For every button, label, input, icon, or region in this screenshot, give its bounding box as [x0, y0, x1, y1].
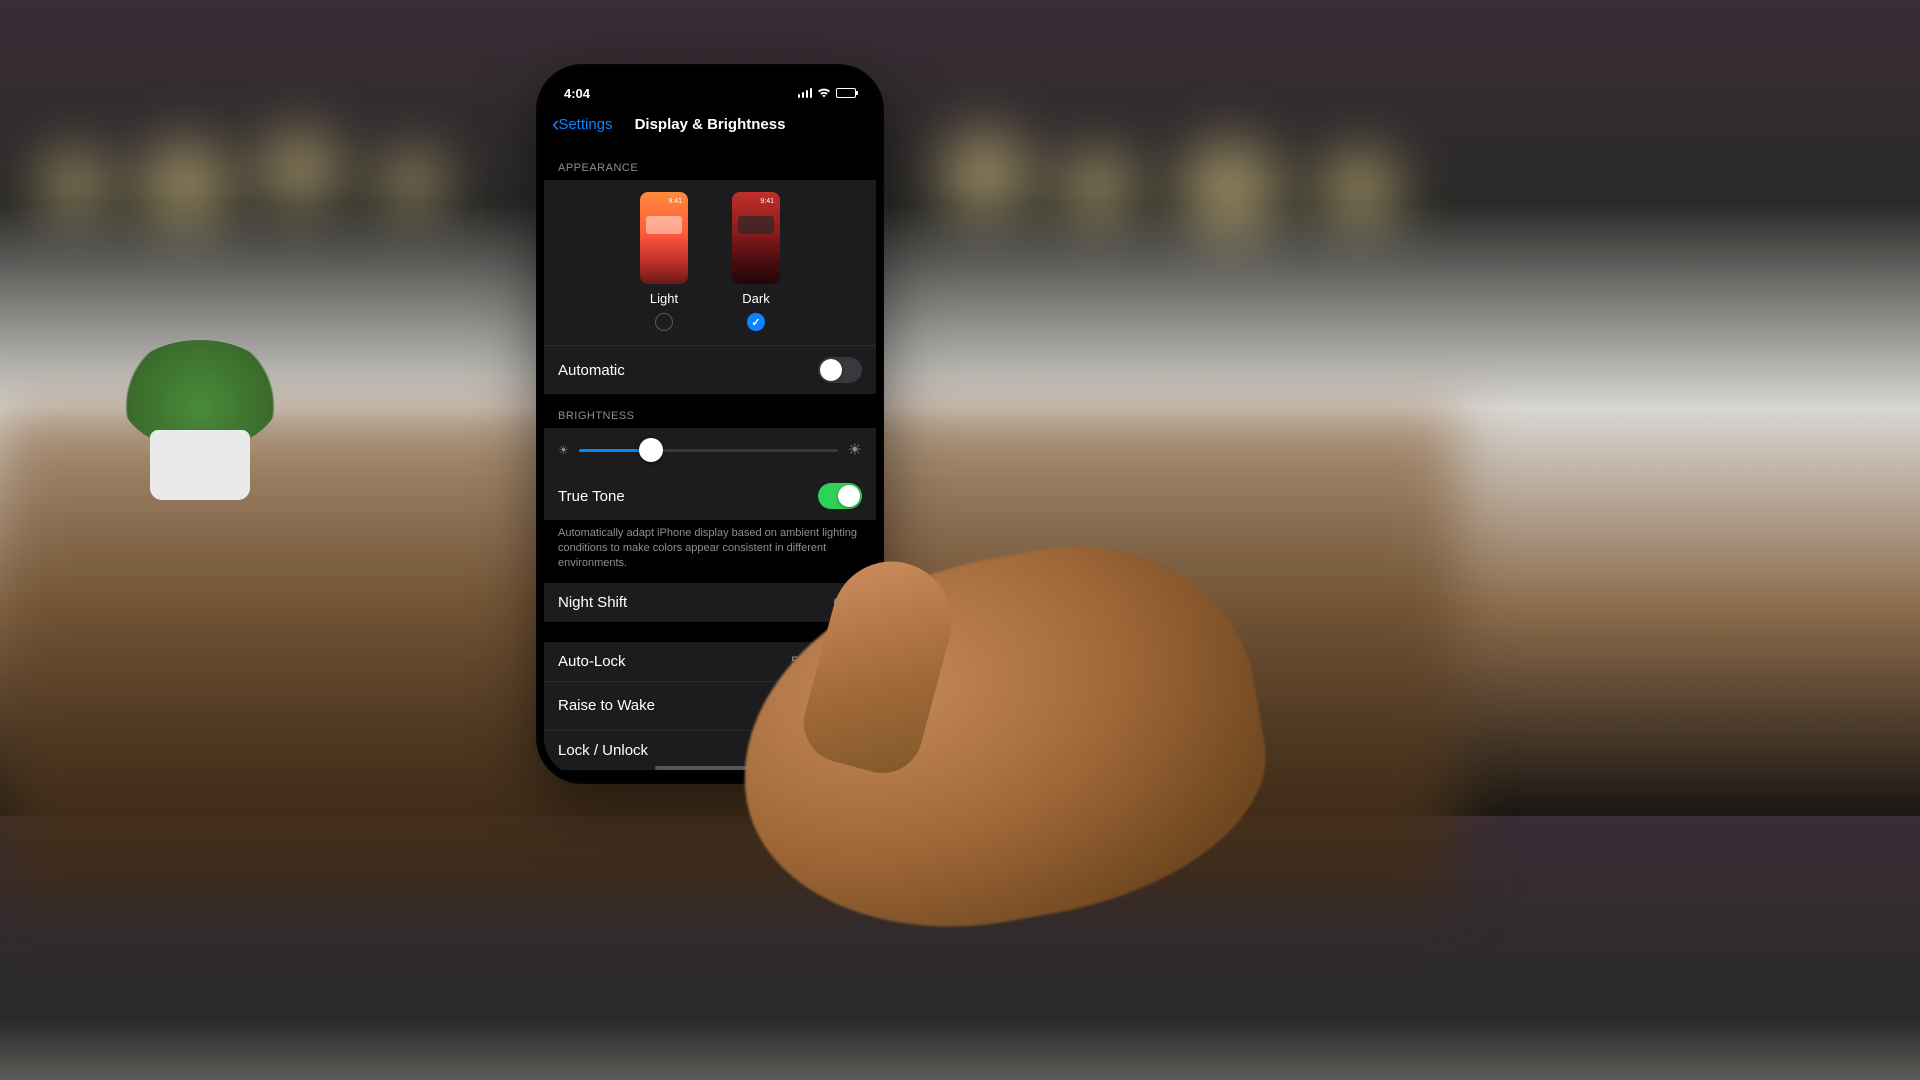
- automatic-switch[interactable]: [818, 357, 862, 383]
- lock-unlock-label: Lock / Unlock: [558, 742, 648, 759]
- light-preview-icon: [640, 192, 688, 284]
- light-label: Light: [650, 291, 678, 306]
- brightness-slider[interactable]: [579, 449, 838, 452]
- true-tone-label: True Tone: [558, 488, 625, 505]
- dark-preview-icon: [732, 192, 780, 284]
- true-tone-description: Automatically adapt iPhone display based…: [544, 520, 876, 583]
- sun-large-icon: ☀︎: [848, 440, 862, 460]
- back-button[interactable]: ‹ Settings: [552, 113, 613, 135]
- dark-radio[interactable]: [747, 313, 765, 331]
- automatic-label: Automatic: [558, 362, 625, 379]
- auto-lock-label: Auto-Lock: [558, 653, 626, 670]
- nav-bar: ‹ Settings Display & Brightness: [544, 106, 876, 146]
- battery-icon: [836, 88, 856, 98]
- cellular-icon: [798, 88, 813, 98]
- notch: [630, 72, 790, 98]
- night-shift-label: Night Shift: [558, 594, 627, 611]
- night-shift-row[interactable]: Night Shift Off›: [544, 583, 876, 622]
- raise-to-wake-label: Raise to Wake: [558, 697, 655, 714]
- appearance-dark-option[interactable]: Dark: [732, 192, 780, 331]
- true-tone-switch[interactable]: [818, 483, 862, 509]
- brightness-header: BRIGHTNESS: [544, 394, 876, 428]
- appearance-header: APPEARANCE: [544, 146, 876, 180]
- sun-small-icon: ☀︎: [558, 443, 569, 457]
- status-time: 4:04: [564, 86, 590, 101]
- wifi-icon: [817, 86, 831, 101]
- page-title: Display & Brightness: [635, 116, 786, 133]
- dark-label: Dark: [742, 291, 769, 306]
- light-radio[interactable]: [655, 313, 673, 331]
- back-label: Settings: [558, 116, 612, 133]
- appearance-light-option[interactable]: Light: [640, 192, 688, 331]
